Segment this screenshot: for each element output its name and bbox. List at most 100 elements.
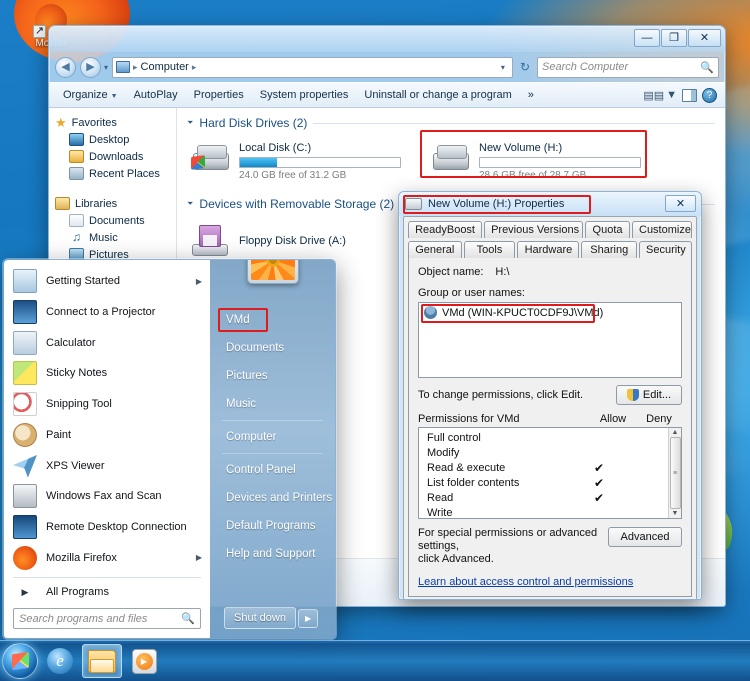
search-box[interactable]: Search Computer 🔍	[537, 56, 719, 78]
recent-pages-caret-icon[interactable]: ▾	[104, 63, 108, 72]
deny-check[interactable]	[622, 506, 668, 518]
allow-check[interactable]	[576, 446, 622, 461]
command-properties[interactable]: Properties	[186, 86, 252, 104]
search-input[interactable]: Search programs and files 🔍	[13, 608, 201, 630]
table-row[interactable]: Read ✔	[419, 491, 668, 506]
command-system-properties[interactable]: System properties	[252, 86, 357, 104]
table-row[interactable]: Read & execute ✔	[419, 461, 668, 476]
drive-item-new-volume-h[interactable]: New Volume (H:) 28.6 GB free of 28.7 GB	[427, 138, 645, 185]
start-item-sticky-notes[interactable]: Sticky Notes	[4, 358, 210, 389]
table-row[interactable]: Write	[419, 506, 668, 518]
back-button[interactable]: ◀	[55, 56, 76, 78]
change-view-icon[interactable]: ▤▤ ▼	[643, 89, 677, 102]
scroll-up-icon[interactable]: ▲	[672, 429, 679, 436]
start-item-connect-to-a-projector[interactable]: Connect to a Projector	[4, 297, 210, 328]
nav-item-documents[interactable]: Documents	[55, 212, 176, 229]
drive-item-floppy-a[interactable]: Floppy Disk Drive (A:)	[187, 221, 405, 261]
tab-previous-versions[interactable]: Previous Versions	[484, 221, 584, 238]
start-menu[interactable]: Getting Started ▶ Connect to a Projector…	[3, 259, 336, 639]
avatar[interactable]	[246, 260, 299, 284]
start-item-mozilla-firefox[interactable]: Mozilla Firefox ▶	[4, 542, 210, 573]
shut-down-button[interactable]: Shut down	[224, 607, 296, 629]
deny-check[interactable]	[622, 446, 668, 461]
taskbar[interactable]: e ▶	[0, 640, 750, 681]
advanced-button[interactable]: Advanced	[608, 527, 682, 547]
nav-group-favorites[interactable]: ★ Favorites	[55, 114, 176, 131]
dialog-close-button[interactable]: ✕	[665, 195, 696, 212]
deny-check[interactable]	[622, 491, 668, 506]
tab-tools[interactable]: Tools	[463, 241, 516, 258]
group-or-user-names-list[interactable]: VMd (WIN-KPUCT0CDF9J\VMd)	[418, 302, 682, 378]
help-icon[interactable]: ?	[702, 87, 717, 103]
allow-check[interactable]	[576, 431, 622, 446]
deny-check[interactable]	[622, 476, 668, 491]
shut-down-options-arrow-icon[interactable]: ▶	[297, 608, 319, 628]
tab-hardware[interactable]: Hardware	[517, 241, 580, 258]
edit-button[interactable]: Edit...	[615, 385, 682, 405]
collapse-arrow-icon[interactable]: ⏷	[187, 118, 193, 128]
command-overflow[interactable]: »	[520, 86, 542, 104]
start-place-vmd[interactable]: VMd	[210, 306, 335, 334]
command-uninstall-or-change[interactable]: Uninstall or change a program	[356, 86, 519, 104]
tab-sharing[interactable]: Sharing	[581, 241, 637, 258]
tab-general[interactable]: General	[408, 241, 462, 258]
start-place-music[interactable]: Music	[210, 390, 335, 418]
deny-check[interactable]	[622, 461, 668, 476]
start-item-paint[interactable]: Paint	[4, 420, 210, 451]
start-place-documents[interactable]: Documents	[210, 334, 335, 362]
permissions-list[interactable]: Full control Modify Read & execute ✔ Lis…	[418, 427, 682, 519]
table-row[interactable]: List folder contents ✔	[419, 476, 668, 491]
tab-customize[interactable]: Customize	[632, 221, 692, 238]
scrollbar-thumb[interactable]: ≡	[669, 437, 681, 509]
permissions-scrollbar[interactable]: ▲ ≡ ▼	[668, 428, 681, 518]
all-programs-button[interactable]: ▶ All Programs	[4, 582, 210, 602]
dialog-titlebar[interactable]: New Volume (H:) Properties ✕	[399, 192, 701, 216]
start-item-windows-fax-and-scan[interactable]: Windows Fax and Scan	[4, 481, 210, 512]
allow-check[interactable]	[576, 506, 622, 518]
taskbar-button-windows-explorer[interactable]	[82, 644, 122, 678]
new-volume-properties-dialog[interactable]: New Volume (H:) Properties ✕ ReadyBoost …	[398, 191, 702, 600]
nav-group-libraries[interactable]: Libraries	[55, 195, 176, 212]
start-item-calculator[interactable]: Calculator	[4, 327, 210, 358]
nav-item-desktop[interactable]: Desktop	[55, 131, 176, 148]
start-place-computer[interactable]: Computer	[210, 423, 335, 451]
scroll-down-icon[interactable]: ▼	[672, 510, 679, 517]
nav-item-music[interactable]: ♫ Music	[55, 229, 176, 246]
explorer-titlebar[interactable]: — ❐ ✕	[49, 26, 725, 52]
allow-check[interactable]: ✔	[576, 491, 622, 506]
table-row[interactable]: Full control	[419, 431, 668, 446]
address-dropdown-icon[interactable]: ▾	[497, 63, 509, 72]
taskbar-button-internet-explorer[interactable]: e	[40, 644, 80, 678]
group-header-hard-disk-drives[interactable]: ⏷ Hard Disk Drives (2)	[187, 116, 715, 130]
close-button[interactable]: ✕	[688, 29, 721, 47]
start-place-help-and-support[interactable]: Help and Support	[210, 540, 335, 568]
learn-about-access-control-link[interactable]: Learn about access control and permissio…	[418, 576, 682, 588]
start-orb-button[interactable]	[2, 643, 38, 679]
nav-item-downloads[interactable]: Downloads	[55, 148, 176, 165]
tab-security[interactable]: Security	[639, 241, 692, 258]
refresh-icon[interactable]: ↻	[517, 60, 533, 74]
allow-check[interactable]: ✔	[576, 461, 622, 476]
address-bar[interactable]: ▸ Computer ▸ ▾	[112, 56, 513, 78]
list-item[interactable]: VMd (WIN-KPUCT0CDF9J\VMd)	[419, 303, 681, 322]
forward-button[interactable]: ▶	[80, 56, 101, 78]
start-item-snipping-tool[interactable]: Snipping Tool	[4, 389, 210, 420]
taskbar-button-media-player[interactable]: ▶	[124, 644, 164, 678]
command-organize[interactable]: Organize ▼	[55, 86, 126, 104]
collapse-arrow-icon[interactable]: ⏷	[187, 199, 193, 209]
start-place-pictures[interactable]: Pictures	[210, 362, 335, 390]
start-item-xps-viewer[interactable]: XPS Viewer	[4, 450, 210, 481]
start-place-control-panel[interactable]: Control Panel	[210, 456, 335, 484]
start-place-devices-and-printers[interactable]: Devices and Printers	[210, 484, 335, 512]
drive-item-local-disk-c[interactable]: Local Disk (C:) 24.0 GB free of 31.2 GB	[187, 138, 405, 185]
nav-item-recent-places[interactable]: Recent Places	[55, 165, 176, 182]
maximize-button[interactable]: ❐	[661, 29, 687, 47]
start-item-remote-desktop-connection[interactable]: Remote Desktop Connection	[4, 512, 210, 543]
tab-readyboost[interactable]: ReadyBoost	[408, 221, 483, 238]
start-item-getting-started[interactable]: Getting Started ▶	[4, 266, 210, 297]
start-place-default-programs[interactable]: Default Programs	[210, 512, 335, 540]
preview-pane-icon[interactable]	[682, 88, 697, 102]
tab-quota[interactable]: Quota	[585, 221, 630, 238]
breadcrumb-computer[interactable]: Computer	[141, 61, 189, 73]
minimize-button[interactable]: —	[634, 29, 660, 47]
